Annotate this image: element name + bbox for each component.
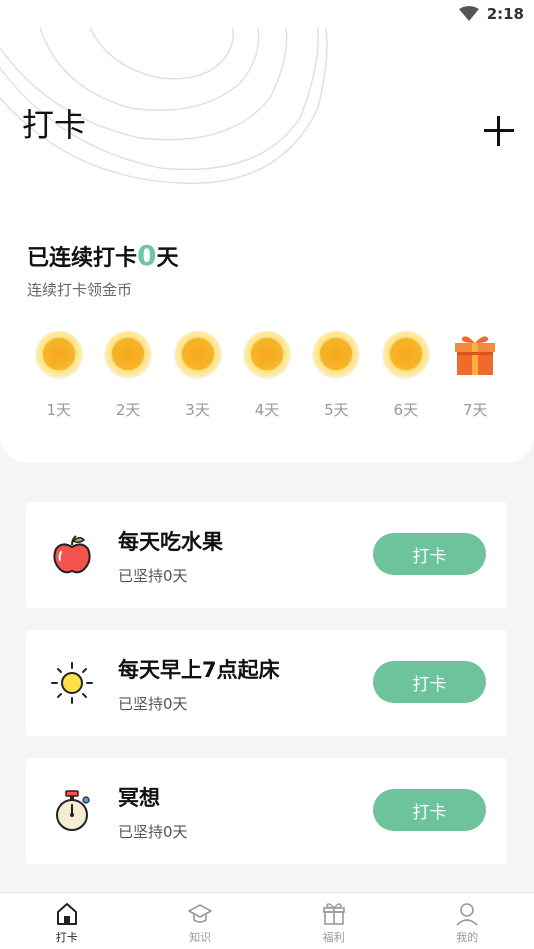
page-title: 打卡 [22,106,87,144]
nav-label: 知识 [189,931,212,944]
habit-name: 冥想 [118,786,160,810]
coin-icon [382,331,429,377]
habit-name: 每天吃水果 [118,530,223,554]
streak-title-prefix: 已连续打卡 [27,246,138,271]
streak-count: 0 [137,239,157,272]
gift-box-icon [322,903,345,925]
checkin-button[interactable]: 打卡 [373,661,486,703]
habit-kept-days: 已坚持0天 [118,823,188,841]
nav-label: 我的 [456,931,479,944]
day-label: 1天 [46,401,71,419]
nav-label: 福利 [322,931,345,944]
nav-item-mine[interactable]: 我的 [401,893,534,949]
day-label: 4天 [254,401,280,419]
wifi-icon [458,6,479,21]
day-label: 7天 [462,401,488,419]
streak-day-7: 7天 [441,331,510,431]
habit-kept-days: 已坚持0天 [118,567,188,585]
checkin-button[interactable]: 打卡 [373,533,486,575]
streak-day-2: 2天 [93,331,162,431]
streak-card: 已连续打卡0天 连续打卡领金币 1天 2天 3天 4天 5天 6天 7天 [0,223,534,463]
streak-day-1: 1天 [24,331,93,431]
habit-card: 冥想 已坚持0天 打卡 [26,758,507,864]
coin-icon [105,331,152,377]
apple-icon [53,535,91,574]
stopwatch-icon [56,790,90,831]
day-label: 5天 [324,401,349,419]
checkin-button[interactable]: 打卡 [373,789,486,831]
streak-title: 已连续打卡0天 [27,239,179,272]
coin-icon [174,331,221,377]
day-label: 6天 [393,401,419,419]
streak-title-suffix: 天 [156,246,179,271]
sun-icon [51,662,93,704]
status-time: 2:18 [486,5,524,23]
home-icon [56,903,77,925]
streak-day-5: 5天 [302,331,371,431]
coin-icon [35,331,82,377]
habit-card: 每天早上7点起床 已坚持0天 打卡 [26,630,507,736]
user-icon [456,903,478,926]
gift-icon [455,336,496,375]
status-bar: 2:18 [0,0,534,28]
graduation-cap-icon [188,904,213,923]
nav-item-checkin[interactable]: 打卡 [0,893,134,949]
nav-item-welfare[interactable]: 福利 [267,893,401,949]
streak-day-6: 6天 [371,331,440,431]
page-header: 打卡 [0,28,534,223]
streak-days: 1天 2天 3天 4天 5天 6天 7天 [24,331,510,431]
streak-day-3: 3天 [163,331,232,431]
habit-name: 每天早上7点起床 [118,658,280,682]
bottom-nav: 打卡 知识 福利 我的 [0,892,534,949]
day-label: 3天 [185,401,210,419]
habit-kept-days: 已坚持0天 [118,695,188,713]
nav-item-knowledge[interactable]: 知识 [134,893,268,949]
coin-icon [313,331,360,377]
streak-subtitle: 连续打卡领金币 [27,281,133,299]
habit-card: 每天吃水果 已坚持0天 打卡 [26,502,507,608]
coin-icon [243,331,290,377]
day-label: 2天 [115,401,141,419]
nav-label: 打卡 [55,931,78,944]
streak-day-4: 4天 [232,331,301,431]
add-habit-button[interactable] [484,116,514,146]
